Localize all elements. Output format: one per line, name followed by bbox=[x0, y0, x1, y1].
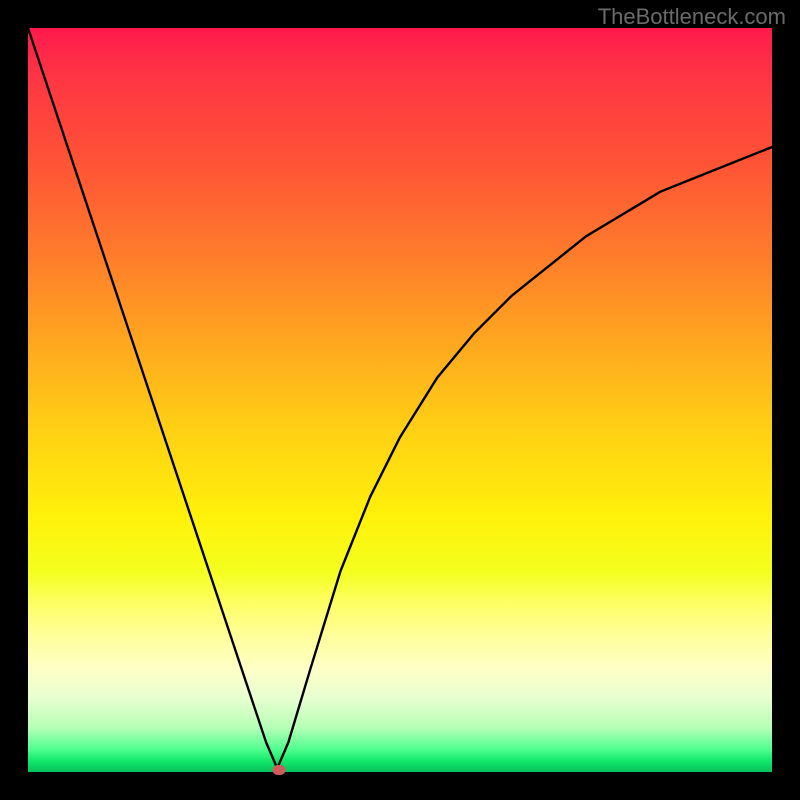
bottleneck-curve bbox=[28, 28, 772, 772]
watermark-text: TheBottleneck.com bbox=[598, 4, 786, 30]
chart-plot-area bbox=[28, 28, 772, 772]
optimum-marker bbox=[273, 765, 286, 775]
